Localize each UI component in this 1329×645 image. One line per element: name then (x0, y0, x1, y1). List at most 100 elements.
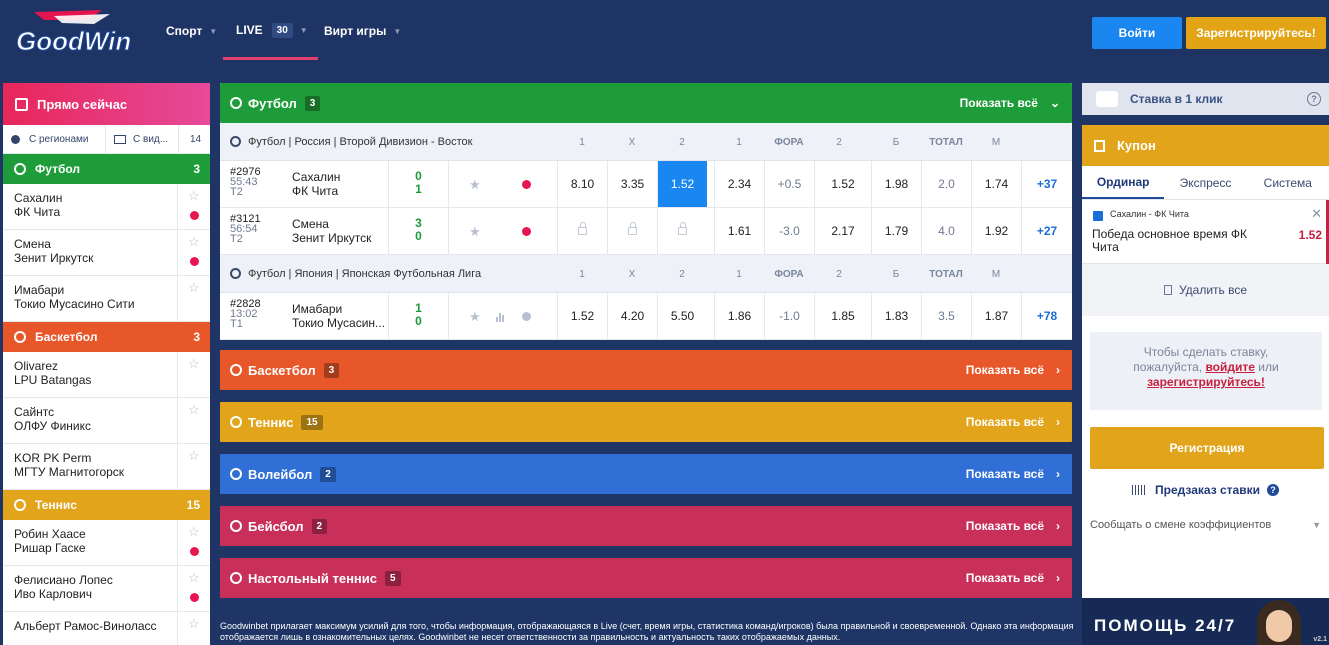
live-stream-icon[interactable] (190, 211, 199, 220)
live-stream-icon[interactable] (522, 312, 531, 321)
live-stream-icon[interactable] (190, 547, 199, 556)
chevron-right-icon[interactable]: › (1056, 467, 1060, 481)
live-stream-icon[interactable] (190, 257, 199, 266)
table-tennis-header[interactable]: Настольный теннис 5 Показать всё › (220, 558, 1072, 598)
nav-virtual[interactable]: Вирт игры ▼ (324, 0, 401, 62)
bet-checkbox[interactable] (1093, 211, 1103, 221)
filter-view[interactable]: С вид... (106, 124, 179, 154)
chevron-right-icon[interactable]: › (1056, 571, 1060, 585)
odd-cell[interactable]: 2.34 (714, 161, 764, 207)
odd-cell[interactable]: 4.20 (607, 293, 657, 339)
tennis-header[interactable]: Теннис 15 Показать всё › (220, 402, 1072, 442)
more-markets-link[interactable]: +27 (1021, 208, 1072, 254)
chevron-right-icon[interactable]: › (1056, 519, 1060, 533)
odd-cell[interactable]: 1.52 (814, 161, 871, 207)
star-icon[interactable]: ☆ (188, 234, 200, 250)
show-all-link[interactable]: Показать всё (966, 571, 1044, 585)
list-item[interactable]: Смена Зенит Иркутск ☆ (3, 230, 210, 276)
team-name: Токио Мусасино Сити (14, 297, 135, 311)
star-icon[interactable]: ☆ (188, 448, 200, 464)
tab-system[interactable]: Система (1247, 166, 1329, 199)
star-icon[interactable]: ☆ (188, 524, 200, 540)
star-icon[interactable]: ☆ (188, 616, 200, 632)
register-button[interactable]: Зарегистрируйтесь! (1186, 17, 1326, 49)
close-icon[interactable]: ✕ (1311, 206, 1322, 222)
sidebar-sport-football[interactable]: Футбол 3 (3, 154, 210, 184)
odd-cell[interactable]: 1.98 (871, 161, 921, 207)
star-icon[interactable]: ★ (469, 309, 481, 325)
star-icon[interactable]: ☆ (188, 280, 200, 296)
chevron-down-icon[interactable]: ⌄ (1050, 96, 1060, 110)
odd-cell[interactable]: 1.92 (971, 208, 1021, 254)
star-icon[interactable]: ☆ (188, 402, 200, 418)
register-link[interactable]: зарегистрируйтесь! (1147, 375, 1265, 389)
odd-cell[interactable]: 2.17 (814, 208, 871, 254)
sport-count: 3 (193, 330, 200, 344)
registration-button[interactable]: Регистрация (1090, 427, 1324, 469)
odd-cell[interactable]: 1.87 (971, 293, 1021, 339)
nav-live[interactable]: LIVE 30 ▼ (223, 0, 318, 60)
star-icon[interactable]: ☆ (188, 188, 200, 204)
list-item[interactable]: Альберт Рамос-Виноласс ☆ (3, 612, 210, 645)
event-row[interactable]: #3121 56:54 T2 Смена Зенит Иркутск 30 ★ 1.6… (220, 208, 1072, 255)
tab-single[interactable]: Ординар (1082, 166, 1165, 199)
list-item[interactable]: Olivarez LPU Batangas ☆ (3, 352, 210, 398)
sidebar-sport-tennis[interactable]: Теннис 15 (3, 490, 210, 520)
odds-change-select[interactable]: Сообщать о смене коэффициентов ▼ (1082, 519, 1329, 531)
goodwin-logo[interactable]: GoodWin (14, 6, 130, 56)
star-icon[interactable]: ★ (469, 224, 481, 240)
show-all-link[interactable]: Показать всё (966, 415, 1044, 429)
more-markets-link[interactable]: +37 (1021, 161, 1072, 207)
filter-regions[interactable]: С регионами (3, 124, 106, 154)
odd-cell[interactable]: 3.35 (607, 161, 657, 207)
odd-cell[interactable]: 1.61 (714, 208, 764, 254)
list-item[interactable]: Фелисиано Лопес Иво Карлович ☆ (3, 566, 210, 612)
odd-cell[interactable]: 1.86 (714, 293, 764, 339)
live-stream-icon[interactable] (522, 180, 531, 189)
odd-cell[interactable]: 1.52 (557, 293, 607, 339)
preorder-bet[interactable]: Предзаказ ставки ? (1082, 483, 1329, 497)
chevron-right-icon[interactable]: › (1056, 415, 1060, 429)
tab-express[interactable]: Экспресс (1164, 166, 1246, 199)
list-item[interactable]: Сайнтс ОЛФУ Финикс ☆ (3, 398, 210, 444)
odd-cell[interactable]: 1.74 (971, 161, 1021, 207)
nav-sport[interactable]: Спорт ▼ (166, 0, 217, 62)
odd-cell-selected[interactable]: 1.52 (657, 161, 707, 207)
event-row[interactable]: #2976 55:43 T2 Сахалин ФК Чита 01 ★ 8.10 3.… (220, 161, 1072, 208)
odd-cell[interactable]: 1.79 (871, 208, 921, 254)
show-all-link[interactable]: Показать всё (960, 96, 1038, 110)
live-stream-icon[interactable] (190, 593, 199, 602)
odd-cell[interactable]: 8.10 (557, 161, 607, 207)
one-click-toggle[interactable] (1096, 91, 1118, 107)
star-icon[interactable]: ☆ (188, 570, 200, 586)
event-row[interactable]: #2828 13:02 T1 Имабари Токио Мусасин... 10 … (220, 293, 1072, 340)
login-button[interactable]: Войти (1092, 17, 1182, 49)
volleyball-header[interactable]: Волейбол 2 Показать всё › (220, 454, 1072, 494)
live-stream-icon[interactable] (522, 227, 531, 236)
baseball-header[interactable]: Бейсбол 2 Показать всё › (220, 506, 1072, 546)
odd-cell[interactable]: 5.50 (657, 293, 707, 339)
list-item[interactable]: Сахалин ФК Чита ☆ (3, 184, 210, 230)
more-markets-link[interactable]: +78 (1021, 293, 1072, 339)
list-item[interactable]: Имабари Токио Мусасино Сити ☆ (3, 276, 210, 322)
support-banner[interactable]: ПОМОЩЬ 24/7 v2.1 (1082, 598, 1329, 645)
star-icon[interactable]: ★ (469, 177, 481, 193)
chevron-right-icon[interactable]: › (1056, 363, 1060, 377)
odd-cell[interactable]: 1.85 (814, 293, 871, 339)
statistics-icon[interactable] (496, 312, 506, 322)
football-header[interactable]: Футбол 3 Показать всё ⌄ (220, 83, 1072, 123)
delete-all-button[interactable]: Удалить все (1082, 264, 1329, 316)
show-all-link[interactable]: Показать всё (966, 363, 1044, 377)
show-all-link[interactable]: Показать всё (966, 519, 1044, 533)
help-icon[interactable]: ? (1307, 92, 1321, 106)
list-item[interactable]: KOR PK Perm МГТУ Магнитогорск ☆ (3, 444, 210, 490)
sidebar-sport-basketball[interactable]: Баскетбол 3 (3, 322, 210, 352)
help-icon[interactable]: ? (1266, 484, 1279, 496)
show-all-link[interactable]: Показать всё (966, 467, 1044, 481)
basketball-header[interactable]: Баскетбол 3 Показать всё › (220, 350, 1072, 390)
filter-view-label: С вид... (133, 133, 169, 145)
login-link[interactable]: войдите (1205, 360, 1254, 374)
odd-cell[interactable]: 1.83 (871, 293, 921, 339)
list-item[interactable]: Робин Хаасе Ришар Гаске ☆ (3, 520, 210, 566)
star-icon[interactable]: ☆ (188, 356, 200, 372)
